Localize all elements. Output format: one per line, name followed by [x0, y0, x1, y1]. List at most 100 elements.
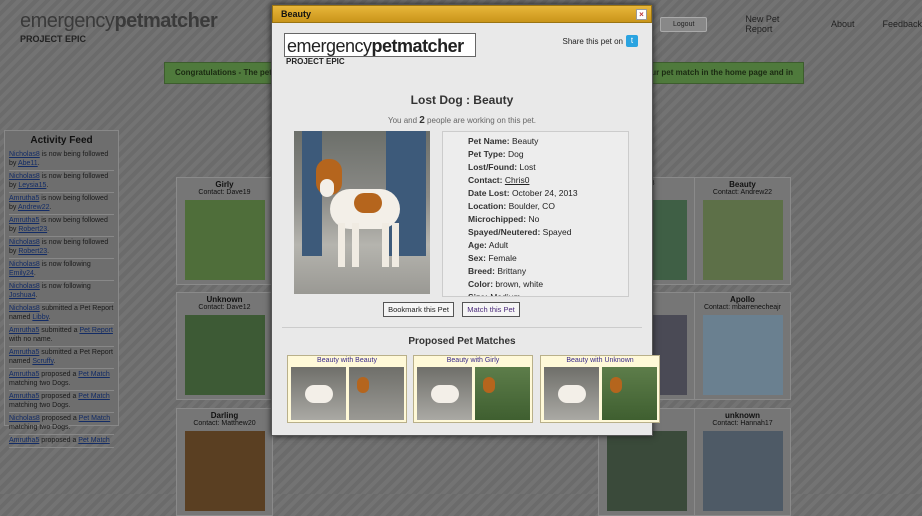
pet-card-name: Darling: [210, 411, 239, 420]
pet-detail-value: Brittany: [497, 266, 527, 276]
working-post: people are working on this pet.: [424, 116, 537, 125]
activity-item: Nicholas8 proposed a Pet Match matching …: [9, 413, 114, 435]
activity-target-link[interactable]: Pet Match: [78, 393, 110, 400]
modal-logo-subtitle: PROJECT EPIC: [286, 57, 345, 66]
activity-target-link[interactable]: Robert23: [18, 248, 47, 255]
activity-user-link[interactable]: Amrutha5: [9, 217, 39, 224]
pet-card-photo[interactable]: [703, 315, 783, 395]
activity-target-link[interactable]: Joshua4: [9, 292, 35, 299]
pet-card-photo[interactable]: [185, 431, 265, 511]
activity-target-link[interactable]: Libby: [32, 314, 48, 321]
pet-detail-value: October 24, 2013: [511, 188, 578, 198]
pet-card-contact: Contact: Dave12: [198, 304, 251, 311]
activity-user-link[interactable]: Amrutha5: [9, 371, 39, 378]
pet-card-photo[interactable]: [703, 431, 783, 511]
logout-button[interactable]: Logout: [660, 16, 708, 32]
activity-user-link[interactable]: Amrutha5: [9, 437, 39, 444]
mini-dog-shape: [558, 385, 586, 403]
activity-target-link[interactable]: Pet Match: [78, 437, 110, 444]
pet-detail-value: Female: [488, 253, 517, 263]
activity-user-link[interactable]: Amrutha5: [9, 195, 39, 202]
pet-card-photo[interactable]: [185, 315, 265, 395]
activity-item: Nicholas8 is now being followed by Leysi…: [9, 171, 114, 193]
activity-item: Amrutha5 proposed a Pet Match matching t…: [9, 369, 114, 391]
activity-target-link[interactable]: Robert23: [18, 226, 47, 233]
pet-card-contact: Contact: Matthew20: [193, 420, 256, 427]
pet-card-name: Girly: [215, 180, 234, 189]
pet-card[interactable]: unknown Contact: Hannah17: [694, 408, 791, 516]
pet-card[interactable]: Darling Contact: Matthew20: [176, 408, 273, 516]
activity-target-link[interactable]: Emily24: [9, 270, 34, 277]
pet-detail-row: Location: Boulder, CO: [468, 200, 603, 213]
activity-text: is now following: [39, 261, 91, 268]
pet-detail-modal: Beauty × emergencypetmatcher PROJECT EPI…: [271, 4, 660, 436]
pet-detail-label: Spayed/Neutered:: [468, 227, 541, 237]
pet-card-photo[interactable]: [703, 200, 783, 280]
activity-target-link[interactable]: Pet Match: [78, 371, 110, 378]
activity-user-link[interactable]: Amrutha5: [9, 349, 39, 356]
activity-item: Amrutha5 submitted a Pet Report named Sc…: [9, 347, 114, 369]
pet-card-name: Beauty: [729, 180, 756, 189]
proposed-match-card[interactable]: Beauty with Unknown: [540, 355, 660, 423]
activity-tail: matching two Dogs.: [9, 380, 71, 387]
photo-dog-muzzle: [320, 179, 334, 197]
activity-user-link[interactable]: Nicholas8: [9, 415, 40, 422]
pet-detail-row: Sex: Female: [468, 252, 603, 265]
activity-user-link[interactable]: Amrutha5: [9, 393, 39, 400]
pet-card[interactable]: Girly Contact: Dave19: [176, 177, 273, 285]
pet-detail-label: Breed:: [468, 266, 495, 276]
activity-target-link[interactable]: Pet Match: [79, 415, 111, 422]
banner-text-right: our pet match in the home page and in: [646, 68, 793, 77]
pet-detail-row: Date Lost: October 24, 2013: [468, 187, 603, 200]
activity-user-link[interactable]: Nicholas8: [9, 261, 40, 268]
working-count-text: You and 2 people are working on this pet…: [272, 115, 652, 126]
activity-item: Amrutha5 is now being followed by Andrew…: [9, 193, 114, 215]
site-logo[interactable]: emergencypetmatcher PROJECT EPIC: [20, 10, 218, 44]
activity-target-link[interactable]: Leysia15: [18, 182, 46, 189]
activity-target-link[interactable]: Pet Report: [79, 327, 112, 334]
activity-item: Nicholas8 is now following Emily24.: [9, 259, 114, 281]
pet-card-photo[interactable]: [185, 200, 265, 280]
pet-card[interactable]: Apollo Contact: mbarrenecheajr: [694, 292, 791, 400]
activity-user-link[interactable]: Nicholas8: [9, 151, 40, 158]
activity-target-link[interactable]: Andrew22: [18, 204, 50, 211]
activity-target-link[interactable]: Abe11: [18, 160, 38, 167]
activity-target-link[interactable]: Scruffy: [32, 358, 53, 365]
nav-link-about[interactable]: About: [831, 19, 855, 29]
photo-person-leg: [302, 131, 322, 256]
pet-details-panel[interactable]: Pet Name: Beauty Pet Type: Dog Lost/Found:…: [442, 131, 629, 297]
nav-link-feedback[interactable]: Feedback: [882, 19, 922, 29]
activity-user-link[interactable]: Nicholas8: [9, 173, 40, 180]
pet-card-photo[interactable]: [607, 431, 687, 511]
activity-user-link[interactable]: Nicholas8: [9, 239, 40, 246]
activity-user-link[interactable]: Amrutha5: [9, 327, 39, 334]
activity-tail: matching two Dogs.: [9, 424, 71, 431]
share-label: Share this pet on: [562, 36, 623, 46]
activity-item: Nicholas8 is now following Joshua4.: [9, 281, 114, 303]
activity-user-link[interactable]: Nicholas8: [9, 305, 40, 312]
close-icon[interactable]: ×: [636, 9, 647, 20]
pet-detail-label: Color:: [468, 279, 494, 289]
pet-card[interactable]: Unknown Contact: Dave12: [176, 292, 273, 400]
pet-detail-row: Breed: Brittany: [468, 265, 603, 278]
nav-link-new-pet-report[interactable]: New Pet Report: [745, 14, 803, 34]
pet-card[interactable]: Beauty Contact: Andrew22: [694, 177, 791, 285]
bookmark-pet-button[interactable]: Bookmark this Pet: [383, 302, 454, 317]
photo-dog-leg: [352, 223, 359, 267]
activity-tail: .: [53, 358, 56, 365]
proposed-match-card[interactable]: Beauty with Girly: [413, 355, 533, 423]
mini-dog-shape: [431, 385, 459, 403]
pet-detail-label: Age:: [468, 240, 487, 250]
twitter-icon[interactable]: t: [626, 35, 638, 47]
proposed-match-card[interactable]: Beauty with Beauty: [287, 355, 407, 423]
activity-tail: .: [33, 270, 36, 277]
activity-tail: .: [48, 314, 51, 321]
mini-dog-shape: [357, 377, 369, 393]
activity-feed-list: Nicholas8 is now being followed by Abe11…: [9, 149, 114, 448]
match-pet-button[interactable]: Match this Pet: [462, 302, 520, 317]
pet-detail-row: Pet Type: Dog: [468, 148, 603, 161]
proposed-match-photo-a: [291, 367, 346, 420]
activity-user-link[interactable]: Nicholas8: [9, 283, 40, 290]
activity-tail: with no name.: [9, 336, 53, 343]
contact-link[interactable]: Chris0: [505, 175, 530, 185]
